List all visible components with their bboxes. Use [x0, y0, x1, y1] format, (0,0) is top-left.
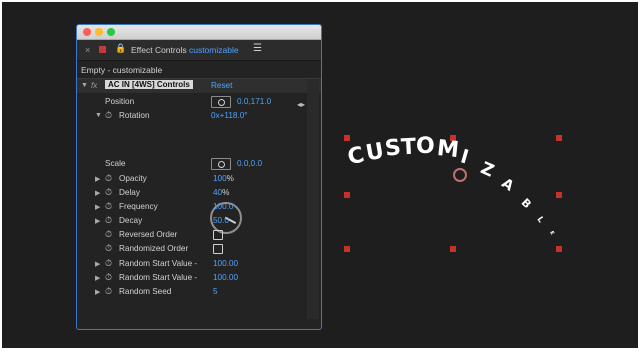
- disclosure-triangle-icon[interactable]: ▼: [95, 112, 102, 119]
- property-value[interactable]: 100.00: [213, 259, 238, 268]
- property-value[interactable]: 100.0: [213, 202, 234, 211]
- property-value[interactable]: 5: [213, 287, 218, 296]
- effect-header-row: ▼ fx AC IN [4WS] Controls Reset: [77, 79, 321, 93]
- property-delay: ▶ ⏱ Delay 40%: [77, 186, 321, 200]
- panel-title: Effect Controls customizable: [131, 45, 239, 55]
- text-letter: O: [416, 134, 435, 159]
- text-letter: B: [518, 195, 534, 212]
- property-decay: ▶ ⏱ Decay 50.0: [77, 214, 321, 228]
- stopwatch-icon[interactable]: ⏱: [105, 187, 112, 198]
- property-value[interactable]: 100%: [213, 174, 234, 183]
- disclosure-triangle-icon[interactable]: ▼: [81, 82, 88, 89]
- transform-handle[interactable]: [556, 246, 562, 252]
- stopwatch-icon[interactable]: ⏱: [105, 201, 112, 212]
- property-value[interactable]: 100.00: [213, 273, 238, 282]
- stopwatch-icon[interactable]: ⏱: [105, 258, 112, 269]
- effect-name[interactable]: AC IN [4WS] Controls: [105, 80, 193, 89]
- property-reversed-order: ⏱ Reversed Order: [77, 228, 321, 242]
- text-letter: U: [363, 138, 386, 167]
- close-window-button[interactable]: [83, 28, 91, 36]
- panel-title-comp: customizable: [188, 45, 239, 55]
- property-scale: Scale 0.0,0.0: [77, 157, 321, 171]
- text-letter: E: [548, 230, 556, 236]
- property-frequency: ▶ ⏱ Frequency 100.0: [77, 200, 321, 214]
- panel-menu-icon[interactable]: ☰: [253, 43, 262, 54]
- reversed-order-checkbox[interactable]: [213, 230, 223, 240]
- property-value[interactable]: 0x+118.0°: [211, 111, 248, 120]
- window-titlebar[interactable]: [77, 25, 321, 40]
- text-letter: L: [535, 214, 546, 225]
- lock-icon[interactable]: 🔒: [115, 43, 126, 54]
- property-value[interactable]: 40%: [213, 188, 229, 197]
- transform-handle[interactable]: [344, 246, 350, 252]
- stopwatch-icon[interactable]: ⏱: [105, 272, 112, 283]
- property-label: Random Start Value -: [119, 273, 198, 282]
- transform-handle[interactable]: [450, 246, 456, 252]
- property-random-seed: ▶ ⏱ Random Seed 5: [77, 285, 321, 299]
- expand-triangle-icon[interactable]: ▶: [95, 189, 100, 197]
- transform-handle[interactable]: [344, 192, 350, 198]
- property-label: Delay: [119, 188, 140, 197]
- text-letter: A: [498, 175, 517, 195]
- property-label: Decay: [119, 216, 143, 225]
- property-label: Rotation: [119, 111, 150, 120]
- expand-triangle-icon[interactable]: ▶: [95, 203, 100, 211]
- expand-triangle-icon[interactable]: ▶: [95, 175, 100, 183]
- minimize-window-button[interactable]: [95, 28, 103, 36]
- properties-panel: ▼ fx AC IN [4WS] Controls Reset Position…: [77, 79, 321, 319]
- property-label: Frequency: [119, 202, 158, 211]
- property-opacity: ▶ ⏱ Opacity 100%: [77, 172, 321, 186]
- close-tab-icon[interactable]: ×: [85, 45, 90, 55]
- property-value[interactable]: 0.0,0.0: [237, 159, 262, 168]
- property-rotation: ▼ ⏱ Rotation 0x+118.0°: [77, 109, 321, 123]
- stopwatch-icon[interactable]: ⏱: [105, 173, 112, 184]
- resize-arrows-icon[interactable]: ◂▸: [297, 100, 305, 109]
- text-letter: Z: [477, 158, 497, 182]
- property-position: Position 0.0,171.0: [77, 95, 321, 109]
- randomized-order-checkbox[interactable]: [213, 244, 223, 254]
- reset-link[interactable]: Reset: [211, 81, 232, 90]
- property-label: Randomized Order: [119, 244, 189, 253]
- effect-controls-window: × 🔒 Effect Controls customizable ☰ Empty…: [76, 24, 322, 330]
- text-letter: T: [400, 134, 417, 161]
- property-random-start-value-1: ▶ ⏱ Random Start Value - 100.00: [77, 257, 321, 271]
- transform-handle[interactable]: [344, 135, 350, 141]
- property-label: Reversed Order: [119, 230, 178, 239]
- expand-triangle-icon[interactable]: ▶: [95, 217, 100, 225]
- transform-handle[interactable]: [556, 135, 562, 141]
- expand-triangle-icon[interactable]: ▶: [95, 288, 100, 296]
- property-random-start-value-2: ▶ ⏱ Random Start Value - 100.00: [77, 271, 321, 285]
- composition-viewer: × 🔒 Effect Controls customizable ☰ Empty…: [2, 2, 638, 348]
- panel-tab[interactable]: × 🔒 Effect Controls customizable ☰: [77, 40, 321, 61]
- fx-icon[interactable]: fx: [91, 81, 97, 90]
- stopwatch-icon[interactable]: ⏱: [105, 243, 112, 254]
- property-label: Position: [105, 97, 135, 106]
- property-label: Opacity: [119, 174, 147, 183]
- text-letter: C: [345, 142, 367, 171]
- transform-handle[interactable]: [556, 192, 562, 198]
- stopwatch-icon[interactable]: ⏱: [105, 286, 112, 297]
- expand-triangle-icon[interactable]: ▶: [95, 260, 100, 268]
- zoom-window-button[interactable]: [107, 28, 115, 36]
- label-color-swatch: [99, 46, 106, 53]
- anchor-point-icon[interactable]: [453, 168, 467, 182]
- scrollbar[interactable]: [307, 79, 319, 319]
- property-label: Scale: [105, 159, 126, 168]
- expand-triangle-icon[interactable]: ▶: [95, 274, 100, 282]
- text-letter: S: [383, 135, 403, 162]
- property-randomized-order: ⏱ Randomized Order: [77, 242, 321, 256]
- stopwatch-icon[interactable]: ⏱: [105, 215, 112, 226]
- property-label: Random Start Value -: [119, 259, 198, 268]
- layer-breadcrumb: Empty - customizable: [81, 65, 163, 75]
- stopwatch-icon[interactable]: ⏱: [105, 229, 112, 240]
- crosshair-icon[interactable]: [211, 158, 231, 170]
- property-label: Random Seed: [119, 287, 172, 296]
- crosshair-icon[interactable]: [211, 96, 231, 108]
- property-value[interactable]: 50.0: [213, 216, 229, 225]
- text-letter: M: [435, 135, 461, 164]
- text-letter: I: [458, 145, 471, 169]
- property-value[interactable]: 0.0,171.0: [237, 97, 271, 106]
- stopwatch-icon[interactable]: ⏱: [105, 110, 112, 121]
